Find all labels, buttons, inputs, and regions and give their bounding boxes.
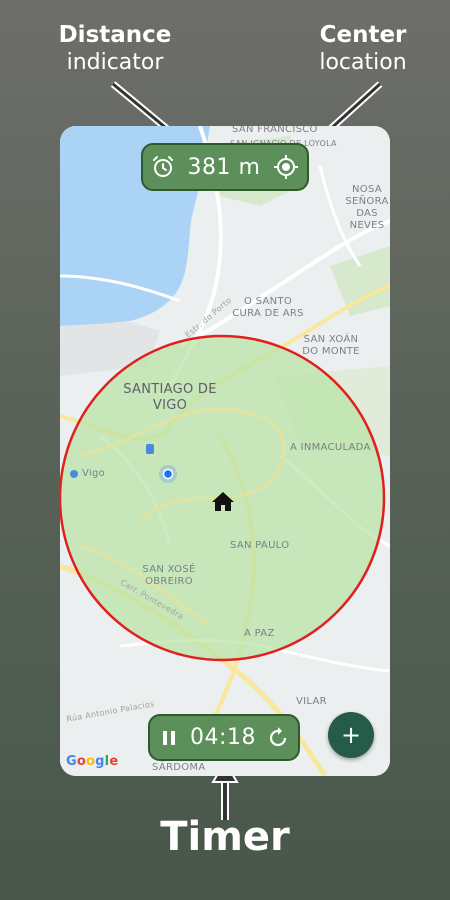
distance-caption-subtitle: indicator [66,50,164,75]
center-caption-subtitle: location [319,50,407,75]
distance-value: 381 m [187,154,261,180]
distance-indicator: 381 m [141,143,309,191]
google-logo: Google [66,754,119,769]
timer-value: 04:18 [190,725,256,750]
map-label-san-paulo: SAN PAULO [230,540,290,551]
distance-indicator-caption: Distance indicator [40,22,190,76]
poi-marker-icon [70,470,78,478]
map-label-san-xose: SAN XOSÉ OBREIRO [142,564,196,587]
map-label-sardoma: SÁRDOMA [152,762,206,773]
map-label-a-inmaculada: A INMACULADA [290,442,371,453]
alarm-clock-icon[interactable] [151,155,175,179]
map-label-vigo: Vigo [82,468,106,479]
crosshair-location-icon[interactable] [273,154,299,180]
map-label-santiago: SANTIAGO DE VIGO [123,382,217,413]
transit-marker-icon [146,444,154,454]
map-label-vilar: VILAR [296,696,327,707]
map-label-o-santo: O SANTO CURA DE ARS [232,296,304,319]
center-location-caption: Center location [303,22,423,76]
phone-screen: SAN FRANCISCO SAN IGNACIO DE LOYOLA NOSA… [60,126,390,776]
add-button[interactable]: + [328,712,374,758]
map-label-nosa-senora: NOSA SEÑORA DAS NEVES [345,184,389,231]
reset-icon[interactable] [266,726,290,750]
map-label-san-francisco: SAN FRANCISCO [232,126,318,135]
pause-icon[interactable] [158,727,180,749]
plus-icon: + [340,721,362,749]
map-label-san-xoan: SAN XOÁN DO MONTE [302,334,360,357]
center-caption-title: Center [319,22,407,48]
map-label-a-paz: A PAZ [244,628,275,639]
distance-caption-title: Distance [58,22,172,48]
timer-widget: 04:18 [148,714,300,761]
